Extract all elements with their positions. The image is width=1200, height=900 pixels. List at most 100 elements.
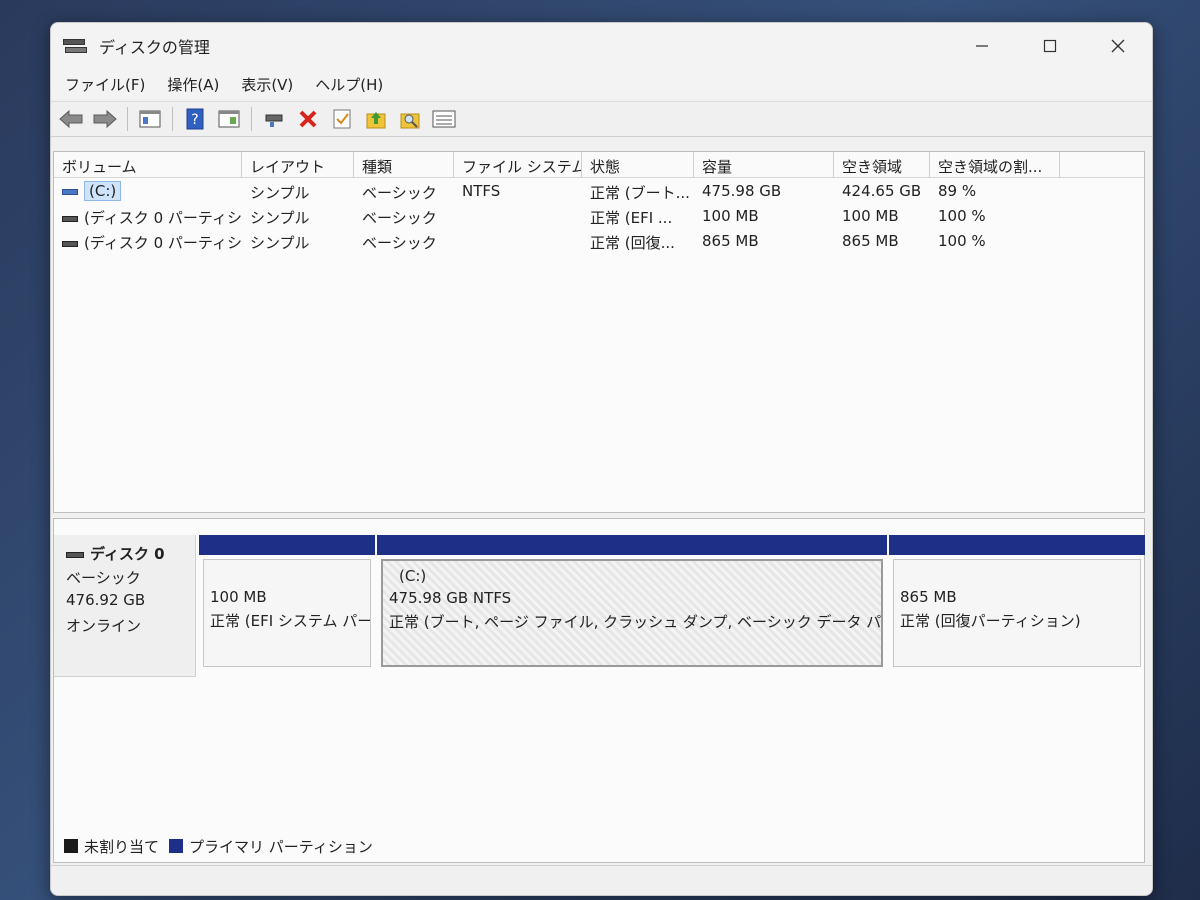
volume-list[interactable]: ボリューム レイアウト 種類 ファイル システム 状態 容量 空き領域 空き領域…: [53, 151, 1145, 513]
column-header-capacity[interactable]: 容量: [694, 152, 834, 178]
legend: 未割り当て プライマリ パーティション: [64, 834, 383, 858]
console-tree-icon: [139, 110, 161, 128]
legend-swatch-unallocated: [64, 839, 78, 853]
window-controls: [948, 23, 1152, 69]
svg-text:?: ?: [191, 112, 198, 128]
connect-button[interactable]: [260, 106, 288, 132]
legend-primary: プライマリ パーティション: [169, 836, 373, 857]
menu-help[interactable]: ヘルプ(H): [307, 70, 391, 99]
disk-name-row: ディスク 0: [66, 543, 195, 567]
list-view-icon: [432, 110, 456, 128]
free-space-cell: 100 MB: [842, 207, 899, 225]
primary-partition-bar: [199, 535, 375, 555]
type-cell: ベーシック: [362, 234, 437, 252]
partition-body: (C:) 475.98 GB NTFS 正常 (ブート, ページ ファイル, ク…: [381, 559, 883, 667]
filesystem-cell: [454, 228, 582, 253]
partition-name: [900, 566, 1140, 588]
disk-icon: [66, 551, 84, 558]
connect-icon: [265, 114, 283, 127]
title-bar: ディスクの管理: [51, 23, 1152, 69]
volume-name: (C:): [84, 181, 122, 201]
volume-icon: [62, 188, 78, 195]
menu-file[interactable]: ファイル(F): [57, 70, 153, 99]
legend-unallocated: 未割り当て: [64, 836, 159, 857]
partition-efi[interactable]: 100 MB 正常 (EFI システム パーティション): [199, 535, 375, 671]
status-bar: [51, 865, 1152, 895]
menu-bar: ファイル(F) 操作(A) 表示(V) ヘルプ(H): [51, 69, 1152, 99]
back-arrow-icon: [59, 109, 83, 129]
properties-pane-button[interactable]: [215, 106, 243, 132]
column-header-status[interactable]: 状態: [582, 152, 694, 178]
free-space-cell: 424.65 GB: [842, 182, 922, 200]
disk-info-panel[interactable]: ディスク 0 ベーシック 476.92 GB オンライン: [54, 535, 196, 677]
partition-recovery[interactable]: 865 MB 正常 (回復パーティション): [889, 535, 1145, 671]
close-button[interactable]: [1084, 23, 1152, 69]
disk-name: ディスク 0: [90, 545, 165, 563]
folder-up-button[interactable]: [362, 106, 390, 132]
list-view-button[interactable]: [430, 106, 458, 132]
partition-body: 100 MB 正常 (EFI システム パーティション): [203, 559, 371, 667]
column-header-layout[interactable]: レイアウト: [242, 152, 354, 178]
legend-swatch-primary: [169, 839, 184, 853]
table-row[interactable]: (ディスク 0 パーティショ... シンプル ベーシック 正常 (EFI ...…: [54, 203, 1144, 228]
disk-size: 476.92 GB: [66, 591, 146, 609]
minimize-button[interactable]: [948, 23, 1016, 69]
partition-size: 865 MB: [900, 588, 957, 606]
column-header-free-percent[interactable]: 空き領域の割...: [930, 152, 1060, 178]
column-header-volume[interactable]: ボリューム: [54, 152, 242, 178]
minimize-icon: [976, 45, 988, 47]
column-header-type[interactable]: 種類: [354, 152, 454, 178]
check-button[interactable]: [328, 106, 356, 132]
capacity-cell: 475.98 GB: [702, 182, 782, 200]
window-title: ディスクの管理: [99, 38, 210, 57]
volume-name: (ディスク 0 パーティショ...: [84, 209, 242, 227]
volume-cell: (ディスク 0 パーティショ...: [54, 228, 242, 253]
partition-name: [210, 566, 370, 588]
check-icon: [333, 109, 351, 129]
back-button[interactable]: [57, 106, 85, 132]
properties-pane-icon: [218, 110, 240, 128]
volume-icon: [62, 215, 78, 222]
type-cell: ベーシック: [362, 209, 437, 227]
volume-cell: (C:): [54, 178, 242, 203]
volume-cell: (ディスク 0 パーティショ...: [54, 203, 242, 228]
search-folder-button[interactable]: [396, 106, 424, 132]
partition-status: 正常 (回復パーティション): [900, 612, 1081, 630]
partition-name: (C:): [399, 567, 427, 585]
capacity-cell: 100 MB: [702, 207, 759, 225]
close-icon: [1111, 39, 1125, 53]
toolbar: ?: [51, 101, 1152, 137]
folder-up-icon: [366, 112, 386, 129]
console-tree-button[interactable]: [136, 106, 164, 132]
free-percent-cell: 100 %: [938, 232, 986, 250]
partition-size: 100 MB: [210, 588, 267, 606]
table-row[interactable]: (ディスク 0 パーティショ... シンプル ベーシック 正常 (回復... 8…: [54, 228, 1144, 253]
delete-button[interactable]: [294, 106, 322, 132]
menu-view[interactable]: 表示(V): [233, 70, 301, 99]
layout-cell: シンプル: [250, 234, 310, 252]
status-cell: 正常 (回復...: [590, 234, 675, 252]
layout-cell: シンプル: [250, 209, 310, 227]
help-button[interactable]: ?: [181, 106, 209, 132]
volume-list-header: ボリューム レイアウト 種類 ファイル システム 状態 容量 空き領域 空き領域…: [54, 152, 1144, 178]
menu-action[interactable]: 操作(A): [159, 70, 227, 99]
partition-c[interactable]: (C:) 475.98 GB NTFS 正常 (ブート, ページ ファイル, ク…: [377, 535, 887, 671]
legend-label: 未割り当て: [84, 837, 160, 856]
forward-button[interactable]: [91, 106, 119, 132]
disk-management-icon: [63, 37, 89, 55]
column-header-filesystem[interactable]: ファイル システム: [454, 152, 582, 178]
partition-size: 475.98 GB NTFS: [389, 589, 512, 607]
primary-partition-bar: [377, 535, 887, 555]
primary-partition-bar: [889, 535, 1145, 555]
partition-status: 正常 (ブート, ページ ファイル, クラッシュ ダンプ, ベーシック データ …: [389, 613, 882, 631]
filesystem-cell: NTFS: [462, 182, 501, 200]
disk-graphical-view[interactable]: ディスク 0 ベーシック 476.92 GB オンライン 100 MB 正常 (…: [53, 518, 1145, 863]
maximize-button[interactable]: [1016, 23, 1084, 69]
disk-management-window: ディスクの管理 ファイル(F) 操作(A) 表示(V) ヘルプ(H) ? ボリュ…: [50, 22, 1153, 896]
free-space-cell: 865 MB: [842, 232, 899, 250]
column-header-free-space[interactable]: 空き領域: [834, 152, 930, 178]
layout-cell: シンプル: [250, 184, 310, 202]
table-row[interactable]: (C:) シンプル ベーシック NTFS 正常 (ブート... 475.98 G…: [54, 178, 1144, 203]
status-cell: 正常 (ブート...: [590, 184, 690, 202]
toolbar-separator: [251, 107, 252, 131]
